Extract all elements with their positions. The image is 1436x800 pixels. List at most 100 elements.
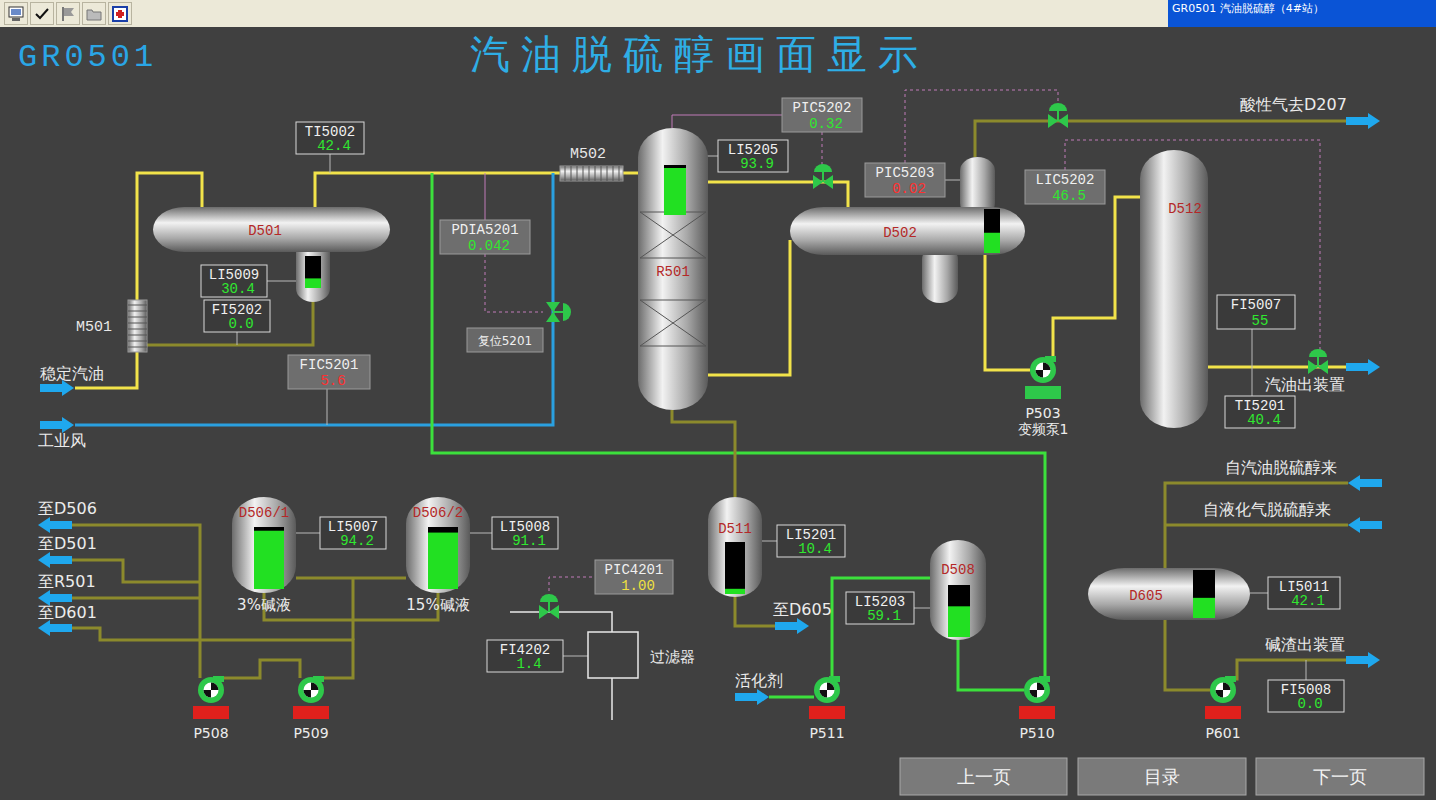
instrument-lead [470, 533, 492, 534]
instrument-tag[interactable]: FI52020.0 [204, 300, 270, 332]
pipe [672, 410, 735, 497]
canvas-background [0, 27, 1436, 800]
instrument-tag[interactable]: LI501142.1 [1268, 577, 1340, 609]
instrument-lead [327, 389, 328, 425]
pipe [432, 173, 1045, 678]
nav-button[interactable]: 下一页 [1256, 758, 1424, 795]
check-icon [33, 5, 51, 23]
level-fill [725, 589, 745, 594]
instrument-tag[interactable]: LI520110.4 [777, 525, 845, 557]
vessel[interactable]: D605 [1088, 568, 1250, 620]
instrument-tag[interactable]: PIC52020.32 [782, 98, 862, 132]
pipe [485, 173, 486, 220]
pump[interactable]: P503变频泵1 [1018, 356, 1069, 437]
instrument-box [492, 517, 558, 549]
instrument-box [288, 355, 370, 389]
open-button[interactable] [82, 2, 106, 25]
instrument-lead [1252, 367, 1253, 396]
pipe [72, 597, 200, 600]
stream-label: 酸性气去D207 [1240, 95, 1347, 114]
stream-label: 自液化气脱硫醇来 [1203, 500, 1331, 519]
control-valve-icon[interactable] [813, 164, 833, 189]
stream-arrow-icon [1348, 475, 1382, 491]
pump[interactable]: P511 [809, 676, 845, 741]
instrument-name: LIC5202 [1036, 172, 1095, 188]
instrument-tag[interactable]: PIC52030.02 [865, 163, 945, 197]
instrument-tag[interactable]: PDIA52010.042 [440, 220, 530, 254]
level-fill [664, 168, 686, 215]
instrument-value: 0.0 [228, 316, 253, 332]
vessel-body [232, 497, 296, 593]
vessel[interactable]: D511 [708, 497, 762, 597]
vessel-label: D511 [718, 521, 752, 537]
instrument-tag[interactable]: LI520593.9 [718, 140, 788, 172]
new-window-button[interactable] [108, 2, 132, 25]
vessel[interactable]: D506/215%碱液 [406, 497, 470, 614]
vessel[interactable]: D501 [153, 207, 390, 302]
instrument-box [782, 98, 862, 132]
instrument-tag[interactable]: LI520359.1 [846, 592, 914, 624]
level-gauge [1193, 570, 1215, 618]
instrument-tag[interactable]: LI500891.1 [492, 517, 558, 549]
vessel[interactable]: D502 [790, 157, 1025, 303]
screen-code: GR0501 [18, 39, 157, 76]
pipe [769, 696, 814, 699]
instrument-tag[interactable]: LI500794.2 [320, 517, 386, 549]
pipe [1165, 524, 1348, 527]
instrument-box [718, 140, 788, 172]
pipe [1053, 197, 1140, 359]
instrument-tag[interactable]: LIC520246.5 [1025, 170, 1105, 204]
stream-arrow-icon [1346, 113, 1380, 129]
pump-icon [1205, 676, 1241, 719]
instrument-tag[interactable]: TI520140.4 [1225, 396, 1295, 428]
toolbar: GR0501 汽油脱硫醇（4#站） [0, 0, 1436, 27]
control-valve-icon[interactable] [539, 594, 559, 619]
pump-label: P511 [809, 725, 844, 741]
instrument-value: 0.02 [892, 181, 926, 197]
instrument-tag[interactable]: FI50080.0 [1268, 680, 1344, 712]
instrument-box [777, 525, 845, 557]
instrument-tag[interactable]: FI42021.4 [487, 640, 563, 672]
confirm-button[interactable] [30, 2, 54, 25]
vessel[interactable]: D508 [930, 540, 986, 640]
instrument-tag[interactable]: TI500242.4 [296, 122, 364, 154]
pump[interactable]: P509 [293, 676, 329, 741]
instrument-value: 1.00 [621, 578, 655, 594]
pump[interactable]: P510 [1019, 676, 1055, 741]
instrument-box [1217, 295, 1295, 329]
instrument-box [1268, 577, 1340, 609]
nav-button[interactable]: 目录 [1078, 758, 1246, 795]
vessel[interactable]: D512 [1140, 150, 1208, 428]
instrument-tag[interactable]: LI500930.4 [201, 265, 267, 297]
stream: 工业风 [38, 417, 86, 450]
pipe [75, 173, 553, 425]
static-mixer[interactable]: M502 [560, 146, 623, 181]
reset-button[interactable]: 复位5201 [467, 328, 543, 352]
pipe [1230, 660, 1346, 679]
vessel-body [1140, 150, 1208, 428]
filter[interactable]: 过滤器 [588, 632, 695, 678]
vessel-body [930, 540, 986, 640]
stream: 汽油出装置 [1265, 359, 1380, 394]
control-valve-icon[interactable] [1048, 103, 1068, 128]
pump[interactable]: P508 [193, 676, 229, 741]
nav-button[interactable]: 上一页 [900, 758, 1067, 795]
control-valve-icon[interactable] [1308, 349, 1328, 374]
static-mixer[interactable]: M501 [76, 300, 147, 352]
pump[interactable]: P601 [1205, 676, 1241, 741]
stream-label: 碱渣出装置 [1265, 635, 1345, 654]
control-valve-icon[interactable] [546, 302, 571, 322]
filter-label: 过滤器 [650, 648, 695, 666]
instrument-value: 93.9 [740, 156, 774, 172]
catalyst-bed [640, 212, 706, 258]
flag-button[interactable] [56, 2, 80, 25]
instrument-tag[interactable]: FI500755 [1217, 295, 1295, 329]
instrument-name: PIC5203 [876, 165, 935, 181]
instrument-tag[interactable]: PIC42011.00 [595, 560, 673, 594]
pipe [296, 577, 406, 580]
instrument-lead [563, 656, 588, 657]
monitor-button[interactable] [4, 2, 28, 25]
vessel[interactable]: R501 [638, 128, 708, 410]
vessel[interactable]: D506/13%碱液 [232, 497, 296, 614]
instrument-tag[interactable]: FIC52015.6 [288, 355, 370, 389]
